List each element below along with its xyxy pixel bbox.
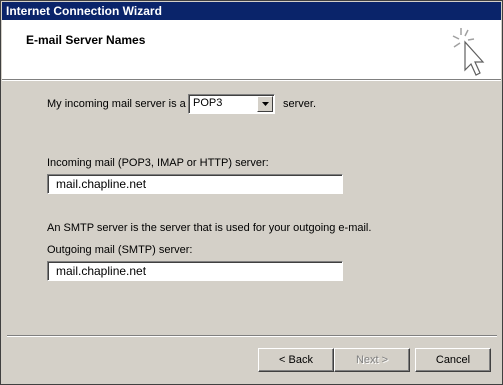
incoming-server-label: Incoming mail (POP3, IMAP or HTTP) serve…: [47, 157, 269, 169]
incoming-server-input[interactable]: mail.chapline.net: [47, 174, 343, 194]
server-suffix-label: server.: [283, 98, 317, 110]
wizard-cursor-sparkle-icon: [452, 28, 485, 76]
page-title: E-mail Server Names: [26, 33, 146, 47]
outgoing-server-label: Outgoing mail (SMTP) server:: [47, 244, 193, 256]
wizard-window: Internet Connection Wizard E-mail Server…: [0, 0, 503, 385]
title-bar[interactable]: Internet Connection Wizard: [2, 2, 501, 20]
dropdown-button[interactable]: [257, 96, 273, 112]
cancel-button[interactable]: Cancel: [415, 348, 491, 372]
button-separator: [7, 335, 497, 337]
incoming-server-type-value: POP3: [193, 97, 223, 109]
window-title: Internet Connection Wizard: [6, 4, 162, 18]
header-divider: [2, 80, 501, 81]
next-button[interactable]: Next >: [334, 348, 410, 372]
outgoing-server-input[interactable]: mail.chapline.net: [47, 261, 343, 281]
back-button[interactable]: < Back: [258, 348, 334, 372]
chevron-down-icon: [261, 102, 269, 106]
smtp-info-text: An SMTP server is the server that is use…: [47, 222, 372, 234]
wizard-header: E-mail Server Names: [2, 20, 501, 80]
incoming-server-type-select[interactable]: POP3: [188, 94, 275, 114]
incoming-type-label: My incoming mail server is a: [47, 98, 186, 110]
